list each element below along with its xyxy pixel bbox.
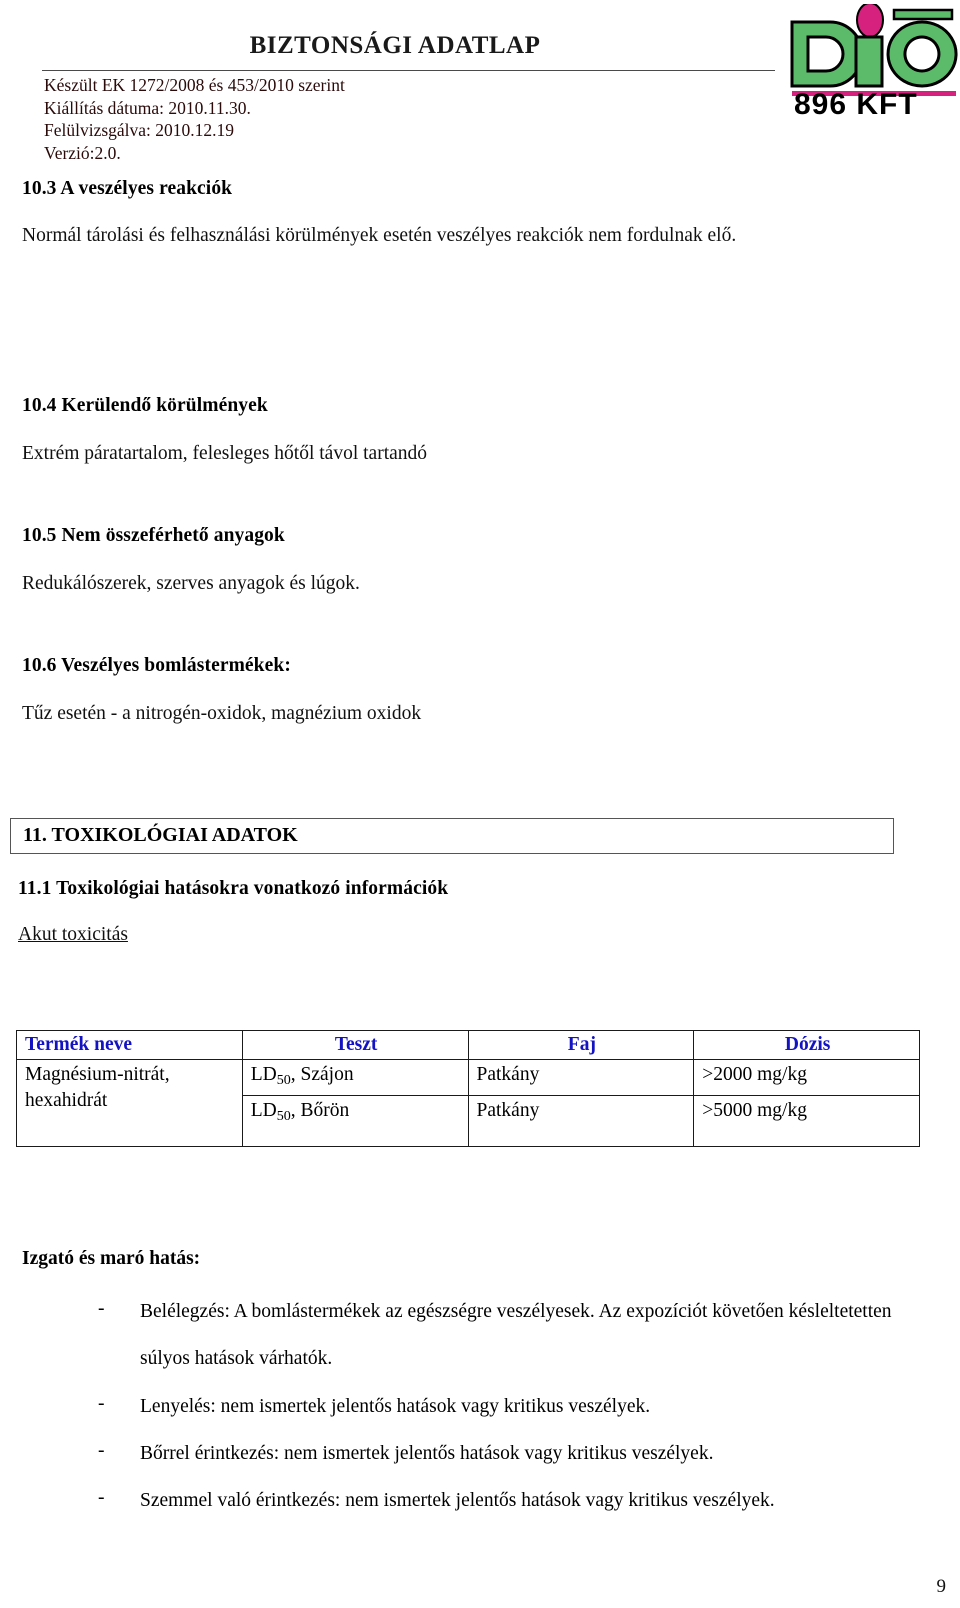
effects-item-inhalation: Belélegzés: A bomlástermékek az egészség…	[140, 1301, 892, 1369]
table-cell-dose: >5000 mg/kg	[693, 1094, 920, 1147]
meta-line-version: Verzió:2.0.	[44, 142, 121, 163]
page-number: 9	[936, 1576, 947, 1597]
section-body-10-3: Normál tárolási és felhasználási körülmé…	[22, 225, 737, 246]
table-header-test: Teszt	[241, 1030, 469, 1060]
svg-text:896 KFT: 896 KFT	[794, 88, 918, 116]
test-subscript: 50	[276, 1071, 291, 1088]
section-body-10-5: Redukálószerek, szerves anyagok és lúgok…	[22, 573, 360, 594]
acute-toxicity-table: Termék neve Teszt Faj Dózis Magnésium-ni…	[16, 1030, 920, 1147]
bullet-dash: -	[98, 1298, 105, 1319]
section-11-title: 11. TOXIKOLÓGIAI ADATOK	[23, 824, 298, 846]
section-body-10-6: Tűz esetén - a nitrogén-oxidok, magnéziu…	[22, 703, 422, 724]
meta-line-issue-date: Kiállítás dátuma: 2010.11.30.	[44, 97, 251, 118]
effects-item-ingestion: Lenyelés: nem ismertek jelentős hatások …	[140, 1396, 651, 1417]
subsection-acute-toxicity-label: Akut toxicitás	[18, 924, 128, 945]
table-cell-product: Magnésium-nitrát, hexahidrát	[16, 1059, 243, 1147]
test-prefix: LD	[250, 1099, 277, 1121]
section-heading-10-6: 10.6 Veszélyes bomlástermékek:	[22, 655, 291, 676]
table-header-dose: Dózis	[693, 1030, 920, 1060]
meta-line-revision-date: Felülvizsgálva: 2010.12.19	[44, 120, 235, 140]
table-header-product: Termék neve	[16, 1030, 243, 1060]
effects-item-eye-contact: Szemmel való érintkezés: nem ismertek je…	[140, 1490, 775, 1511]
section-heading-10-4: 10.4 Kerülendő körülmények	[22, 395, 268, 416]
section-heading-11-1: 11.1 Toxikológiai hatásokra vonatkozó in…	[18, 878, 449, 899]
effects-heading: Izgató és maró hatás:	[22, 1248, 201, 1269]
meta-line-regulation: Készült EK 1272/2008 és 453/2010 szerint	[44, 75, 345, 95]
document-title: BIZTONSÁGI ADATLAP	[249, 32, 541, 59]
section-heading-10-5: 10.5 Nem összeférhető anyagok	[22, 525, 285, 546]
product-name-text: Magnésium-nitrát, hexahidrát	[25, 1064, 170, 1111]
table-cell-test: LD50, Szájon	[241, 1059, 469, 1096]
test-prefix: LD	[250, 1064, 277, 1085]
document-header: BIZTONSÁGI ADATLAP Készült EK 1272/2008 …	[0, 0, 960, 178]
bullet-dash: -	[98, 1487, 105, 1508]
table-header-species: Faj	[467, 1030, 695, 1060]
section-body-10-4: Extrém páratartalom, felesleges hőtől tá…	[22, 443, 428, 464]
table-row: Magnésium-nitrát, hexahidrát LD50, Szájo…	[16, 1059, 920, 1147]
table-cell-dose: >2000 mg/kg	[693, 1059, 920, 1096]
table-cell-species: Patkány	[467, 1094, 695, 1147]
table-header-row: Termék neve Teszt Faj Dózis	[16, 1030, 920, 1060]
section-heading-10-3: 10.3 A veszélyes reakciók	[22, 178, 233, 199]
test-suffix: , Szájon	[290, 1064, 354, 1085]
effects-item-skin-contact: Bőrrel érintkezés: nem ismertek jelentős…	[140, 1443, 714, 1464]
header-divider	[42, 70, 775, 71]
test-suffix: , Bőrön	[290, 1099, 350, 1121]
bullet-dash: -	[98, 1393, 105, 1414]
test-subscript: 50	[276, 1107, 291, 1124]
table-cell-species: Patkány	[467, 1059, 695, 1096]
header-metadata: Készült EK 1272/2008 és 453/2010 szerint…	[44, 74, 664, 164]
bullet-dash: -	[98, 1440, 105, 1461]
table-cell-test: LD50, Bőrön	[241, 1094, 469, 1147]
company-logo: 896 KFT	[782, 4, 958, 116]
section-11-box: 11. TOXIKOLÓGIAI ADATOK	[10, 818, 894, 854]
